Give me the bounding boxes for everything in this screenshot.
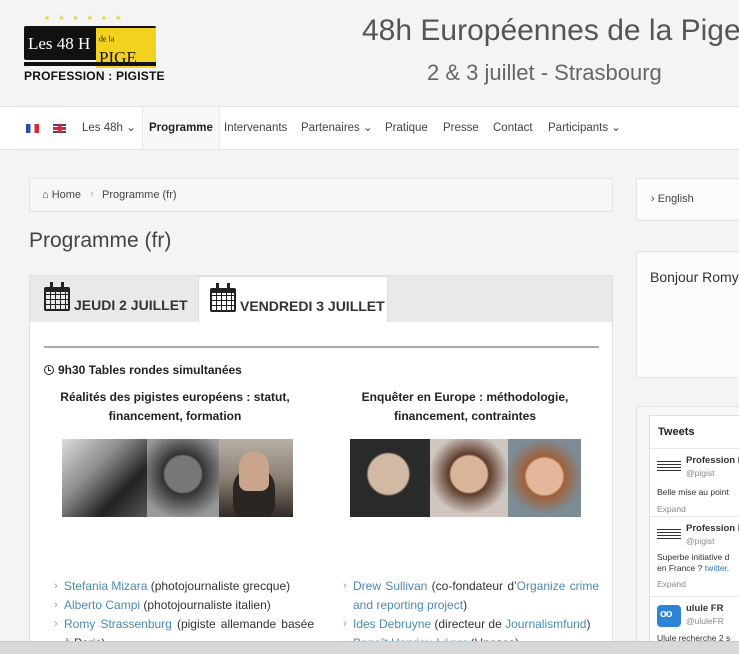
tweets-title: Tweets xyxy=(658,426,695,438)
list-item: Stefania Mizara (photojournaliste grecqu… xyxy=(54,577,314,596)
logo-stars: ★ ★ ★ ★ ★ ★ xyxy=(44,15,125,22)
tweets-widget: Tweets Profession P @pigist Belle mise a… xyxy=(636,406,739,654)
tweet-expand[interactable]: Expand xyxy=(657,504,686,514)
list-item: Alberto Campi (photojournaliste italien) xyxy=(54,596,314,615)
tweets-timeline[interactable]: Tweets Profession P @pigist Belle mise a… xyxy=(649,415,739,654)
nav-presse[interactable]: Presse xyxy=(443,107,479,149)
speaker-role: (co-fondateur d’ xyxy=(427,579,517,593)
tweet-author[interactable]: Profession P xyxy=(686,455,739,466)
nav-partenaires[interactable]: Partenaires ⌄ xyxy=(301,107,373,149)
tab-vendredi-label: VENDREDI 3 JUILLET xyxy=(240,298,385,314)
tweet-handle[interactable]: @ululeFR xyxy=(686,616,724,626)
user-widget: Bonjour Romy xyxy=(636,251,739,378)
tweet-link[interactable]: twitter. xyxy=(705,563,730,573)
breadcrumb-home[interactable]: ⌂ Home xyxy=(42,189,81,201)
tweet-author[interactable]: Profession P xyxy=(686,523,739,534)
tweet-text-2: en France ? xyxy=(657,563,705,573)
speaker-link[interactable]: Alberto Campi xyxy=(64,598,140,612)
program-tabs: JEUDI 2 JUILLET VENDREDI 3 JUILLET 9h30 … xyxy=(29,275,613,654)
speaker-link[interactable]: Ides Debruyne xyxy=(353,617,431,631)
language-label: › English xyxy=(651,193,694,205)
tweet-text: Belle mise au point xyxy=(657,487,729,497)
user-greeting: Bonjour Romy xyxy=(650,269,739,285)
speaker-role-end: ) xyxy=(463,598,468,612)
speaker-photo xyxy=(62,439,147,517)
flag-uk-icon[interactable] xyxy=(53,124,66,133)
breadcrumb-current: Programme (fr) xyxy=(102,189,177,201)
roundtable-2-title: Enquêter en Europe : méthodologie, finan… xyxy=(361,390,569,423)
breadcrumb-separator: › xyxy=(90,188,94,200)
speaker-photo xyxy=(508,439,581,517)
divider xyxy=(44,346,599,348)
tweet[interactable]: Profession P @pigist Superbe initiative … xyxy=(650,516,739,596)
site-header: ★ ★ ★ ★ ★ ★ Les 48 H de la PIGE PROFESSI… xyxy=(0,0,739,106)
speaker-role: (directeur de xyxy=(431,617,506,631)
nav-contact[interactable]: Contact xyxy=(493,107,533,149)
calendar-icon xyxy=(44,282,70,311)
nav-les48h[interactable]: Les 48h ⌄ xyxy=(82,107,136,149)
site-logo[interactable]: ★ ★ ★ ★ ★ ★ Les 48 H de la PIGE PROFESSI… xyxy=(24,14,164,86)
horizontal-scrollbar[interactable] xyxy=(0,641,739,654)
avatar xyxy=(657,529,681,539)
tab-jeudi-label: JEUDI 2 JUILLET xyxy=(74,297,188,313)
speaker-link[interactable]: Romy Strassenburg xyxy=(64,617,172,631)
logo-bar xyxy=(24,62,156,66)
breadcrumb: ⌂ Home › Programme (fr) xyxy=(29,178,613,212)
tweet-text-line2: en France ? twitter. xyxy=(657,563,729,574)
tweet-handle[interactable]: @pigist xyxy=(686,536,714,546)
page-title: Programme (fr) xyxy=(29,229,172,252)
nav-programme[interactable]: Programme xyxy=(142,107,220,149)
logo-text: Les 48 H xyxy=(28,34,90,54)
clock-icon xyxy=(44,365,54,375)
calendar-icon xyxy=(210,283,236,312)
site-subtitle: 2 & 3 juillet - Strasbourg xyxy=(427,60,662,85)
speaker-link[interactable]: Stefania Mizara xyxy=(64,579,147,593)
tab-vendredi[interactable]: VENDREDI 3 JUILLET xyxy=(198,276,388,323)
avatar xyxy=(657,461,681,471)
flag-fr-icon[interactable] xyxy=(26,124,39,133)
session-heading: 9h30 Tables rondes simultanées xyxy=(44,363,242,377)
speaker-photo xyxy=(350,439,430,517)
tweet-text: Superbe initiative d xyxy=(657,552,730,562)
list-item: Ides Debruyne (directeur de Journalismfu… xyxy=(343,615,599,634)
tab-jeudi[interactable]: JEUDI 2 JUILLET xyxy=(42,276,196,322)
tab-content: 9h30 Tables rondes simultanées Réalités … xyxy=(30,322,612,654)
site-title: 48h Européennes de la Pige xyxy=(362,14,739,47)
logo-subline: PROFESSION : PIGISTE xyxy=(24,69,165,83)
ulule-logo-icon xyxy=(657,605,681,627)
language-link[interactable]: › English xyxy=(651,193,694,205)
speaker-role: (photojournaliste grecque) xyxy=(147,579,291,593)
nav-participants[interactable]: Participants ⌄ xyxy=(548,107,621,149)
tweet[interactable]: Profession P @pigist Belle mise au point… xyxy=(650,448,739,516)
speaker-photo xyxy=(219,439,293,517)
tweet-handle[interactable]: @pigist xyxy=(686,468,714,478)
list-item: Drew Sullivan (co-fondateur d’Organize c… xyxy=(343,577,599,615)
speaker-role-end: ) xyxy=(586,617,591,631)
org-link[interactable]: Journalismfund xyxy=(505,617,586,631)
logo-line1: Les 48 H xyxy=(28,34,91,53)
tweet-expand[interactable]: Expand xyxy=(657,579,686,589)
speaker-photo xyxy=(430,439,508,517)
language-widget: › English xyxy=(636,178,739,221)
main-nav: Les 48h ⌄ Programme Intervenants Partena… xyxy=(0,106,739,150)
nav-pratique[interactable]: Pratique xyxy=(385,107,428,149)
logo-small: de la xyxy=(99,34,115,44)
speaker-photo xyxy=(147,439,219,517)
speaker-role: (photojournaliste italien) xyxy=(140,598,271,612)
roundtable-1-title: Réalités des pigistes européens : statut… xyxy=(60,390,290,423)
tweet-author[interactable]: ulule FR xyxy=(686,603,723,614)
nav-intervenants[interactable]: Intervenants xyxy=(224,107,287,149)
session-title: 9h30 Tables rondes simultanées xyxy=(58,363,242,377)
speaker-link[interactable]: Drew Sullivan xyxy=(353,579,427,593)
